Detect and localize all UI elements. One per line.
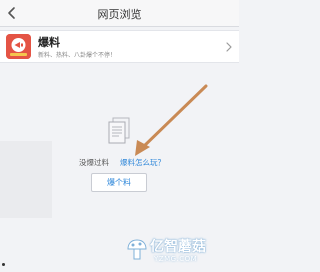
title-bar: 网页浏览 — [0, 0, 239, 27]
help-link[interactable]: 爆料怎么玩？ — [120, 157, 165, 168]
empty-message: 没爆过料 — [79, 158, 109, 167]
megaphone-logo-icon — [6, 34, 31, 59]
decor-dot — [2, 263, 5, 266]
entry-title: 爆料 — [38, 36, 60, 49]
chevron-right-icon — [226, 42, 232, 52]
watermark: 亿智蘑菇 YZMG.COM — [124, 236, 236, 268]
watermark-url: YZMG.COM — [154, 255, 198, 263]
page-title: 网页浏览 — [97, 8, 142, 21]
watermark-title: 亿智蘑菇 — [150, 239, 206, 255]
submit-tip-button[interactable]: 爆个料 — [91, 173, 147, 192]
baoliao-entry[interactable]: 爆料 新料、热料、八卦爆个不停！ — [0, 30, 239, 63]
blank-panel — [0, 141, 52, 218]
document-icon — [108, 117, 130, 144]
entry-subtitle: 新料、热料、八卦爆个不停！ — [38, 52, 117, 59]
watermark-logo-icon — [127, 239, 147, 260]
